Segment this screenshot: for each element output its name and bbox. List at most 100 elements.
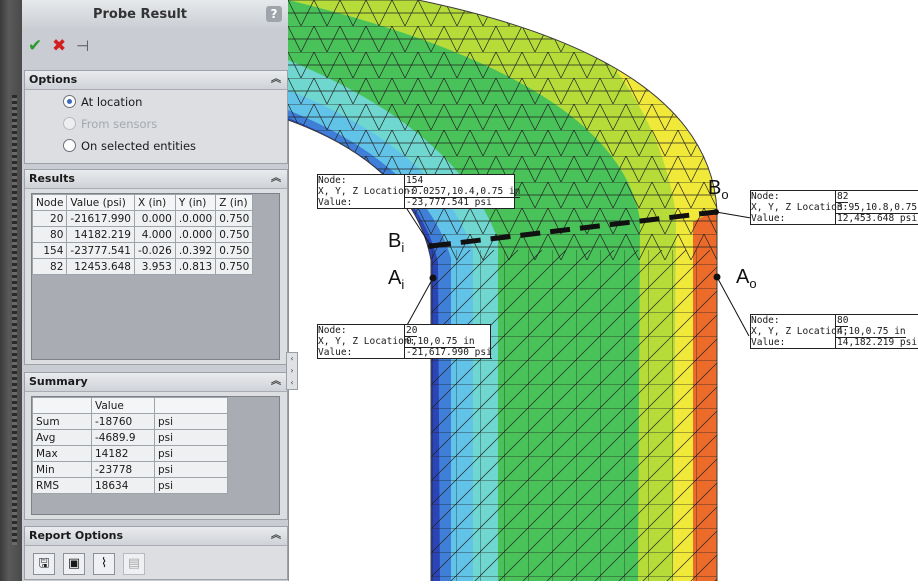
report-buttons: 🖫 ▣ ⌇ ▤ xyxy=(33,553,233,575)
probe-key: Value: xyxy=(318,347,353,358)
cell: Max xyxy=(32,445,92,462)
cell: Avg xyxy=(32,429,92,446)
summary-header[interactable]: Summary ︽ xyxy=(25,373,287,392)
radio-icon[interactable] xyxy=(63,95,76,108)
collapse-icon[interactable]: ︽ xyxy=(271,373,281,391)
table-row[interactable]: 80 14182.219 4.000 .0.000 0.750 xyxy=(31,226,254,243)
pushpin-icon[interactable]: ⊣ xyxy=(76,36,89,56)
probe-callout-20[interactable]: Node: 20 X, Y, Z Location:0,10,0.75 in Va… xyxy=(317,324,492,359)
leader-20 xyxy=(405,277,434,328)
options-header[interactable]: Options ︽ xyxy=(25,71,287,90)
table-header-row: Value xyxy=(32,397,228,414)
probe-value: 12,453.648 psi xyxy=(835,213,918,225)
panel-splitter[interactable] xyxy=(12,95,17,545)
cell: -0.026 xyxy=(133,242,176,259)
label-text: A xyxy=(736,266,750,288)
stress-plot[interactable] xyxy=(287,0,918,581)
cell: Sum xyxy=(32,413,92,430)
cell: -18760 xyxy=(91,413,155,430)
summary-section: Summary ︽ Value Sum -18760 psi Avg -4689.9 ps… xyxy=(24,372,288,520)
probe-key: Value: xyxy=(751,337,786,348)
label-text: A xyxy=(388,267,402,289)
cell: 0.750 xyxy=(215,226,254,243)
help-icon[interactable]: ? xyxy=(266,6,282,22)
table-row[interactable]: 82 12453.648 3.953 .0.813 0.750 xyxy=(31,258,254,275)
cell: 0.750 xyxy=(215,210,254,227)
cell: .0.392 xyxy=(174,242,217,259)
radio-icon xyxy=(63,117,76,130)
radio-label: On selected entities xyxy=(81,139,197,153)
label-bo: Bo xyxy=(708,177,729,202)
save-report-icon[interactable]: 🖫 xyxy=(33,553,55,575)
probe-value: 14,182.219 psi xyxy=(835,337,918,349)
cell: 0.750 xyxy=(215,258,254,275)
cell: 0.000 xyxy=(133,210,176,227)
cell: 80 xyxy=(31,226,68,243)
probe-key: Node: xyxy=(318,325,347,336)
cell: 82 xyxy=(31,258,68,275)
x-icon[interactable]: ✖ xyxy=(52,36,66,56)
mesh-body xyxy=(288,0,717,581)
label-text: B xyxy=(388,230,402,252)
probe-callout-80[interactable]: Node: 80 X, Y, Z Location:4,10,0.75 in Va… xyxy=(750,314,918,349)
cell: -23777.541 xyxy=(66,242,135,259)
summary-title: Summary xyxy=(29,375,88,388)
radio-icon[interactable] xyxy=(63,139,76,152)
cell: psi xyxy=(154,413,228,430)
mesh-quads xyxy=(288,250,717,581)
report-options-section: Report Options ︽ 🖫 ▣ ⌇ ▤ xyxy=(24,526,288,580)
collapse-icon[interactable]: ︽ xyxy=(271,71,281,89)
radio-at-location[interactable]: At location xyxy=(63,93,142,111)
table-row[interactable]: Max 14182 psi xyxy=(32,445,228,462)
cell: .0.000 xyxy=(174,226,217,243)
column-header[interactable]: Z (in) xyxy=(215,194,254,211)
cell: RMS xyxy=(32,477,92,494)
results-header[interactable]: Results ︽ xyxy=(25,170,287,189)
probe-key: Node: xyxy=(318,175,347,186)
radio-on-selected-entities[interactable]: On selected entities xyxy=(63,137,196,155)
results-table: Node Value (psi) X (in) Y (in) Z (in) 20… xyxy=(31,194,254,275)
cell: 14182 xyxy=(91,445,155,462)
column-header xyxy=(154,397,228,414)
cell: 18634 xyxy=(91,477,155,494)
probe-value: -21,617.990 psi xyxy=(404,347,492,359)
column-header[interactable]: Value (psi) xyxy=(66,194,135,211)
table-row[interactable]: 154 -23777.541 -0.026 .0.392 0.750 xyxy=(31,242,254,259)
column-header[interactable]: Node xyxy=(31,194,68,211)
table-row[interactable]: 20 -21617.990 0.000 .0.000 0.750 xyxy=(31,210,254,227)
radio-label: At location xyxy=(81,95,143,109)
probe-key: X, Y, Z Location: xyxy=(751,202,849,213)
table-row[interactable]: Sum -18760 psi xyxy=(32,413,228,430)
label-subscript: o xyxy=(721,187,729,202)
table-row[interactable]: RMS 18634 psi xyxy=(32,477,228,494)
probe-callout-154[interactable]: Node: 154 X, Y, Z Location:-0.0257,10.4,0… xyxy=(317,174,521,209)
column-header[interactable]: Y (in) xyxy=(174,194,217,211)
collapse-icon[interactable]: ︽ xyxy=(271,527,281,545)
cell: 12453.648 xyxy=(66,258,135,275)
cell: -23778 xyxy=(91,461,155,478)
label-ai: Ai xyxy=(388,267,404,292)
collapse-icon[interactable]: ︽ xyxy=(271,170,281,188)
label-subscript: o xyxy=(749,276,757,291)
plot-icon[interactable]: ⌇ xyxy=(93,553,115,575)
panel-titlebar: Probe Result ? xyxy=(22,0,288,30)
probe-callout-82[interactable]: Node: 82 X, Y, Z Location:3.95,10.8,0.75 … xyxy=(750,190,918,225)
column-header[interactable]: X (in) xyxy=(133,194,176,211)
graphics-area[interactable]: Bi Ai Bo Ao Node: 154 X, Y, Z Location:-0… xyxy=(287,0,918,581)
column-header[interactable]: Value xyxy=(91,397,155,414)
check-icon[interactable]: ✔ xyxy=(28,36,42,56)
property-manager-panel: Probe Result ? ✔ ✖ ⊣ Options ︽ At locatio… xyxy=(22,0,289,581)
table-row[interactable]: Min -23778 psi xyxy=(32,461,228,478)
report-options-header[interactable]: Report Options ︽ xyxy=(25,527,287,546)
options-title: Options xyxy=(29,73,78,86)
cell: 154 xyxy=(31,242,68,259)
summary-table: Value Sum -18760 psi Avg -4689.9 psi Max 1418… xyxy=(32,397,228,494)
save-file-icon[interactable]: ▣ xyxy=(63,553,85,575)
cell: 3.953 xyxy=(133,258,176,275)
radio-from-sensors: From sensors xyxy=(63,115,157,133)
label-subscript: i xyxy=(401,240,405,255)
window-edge xyxy=(0,0,22,581)
table-row[interactable]: Avg -4689.9 psi xyxy=(32,429,228,446)
probe-key: X, Y, Z Location: xyxy=(751,326,849,337)
cell: psi xyxy=(154,445,228,462)
